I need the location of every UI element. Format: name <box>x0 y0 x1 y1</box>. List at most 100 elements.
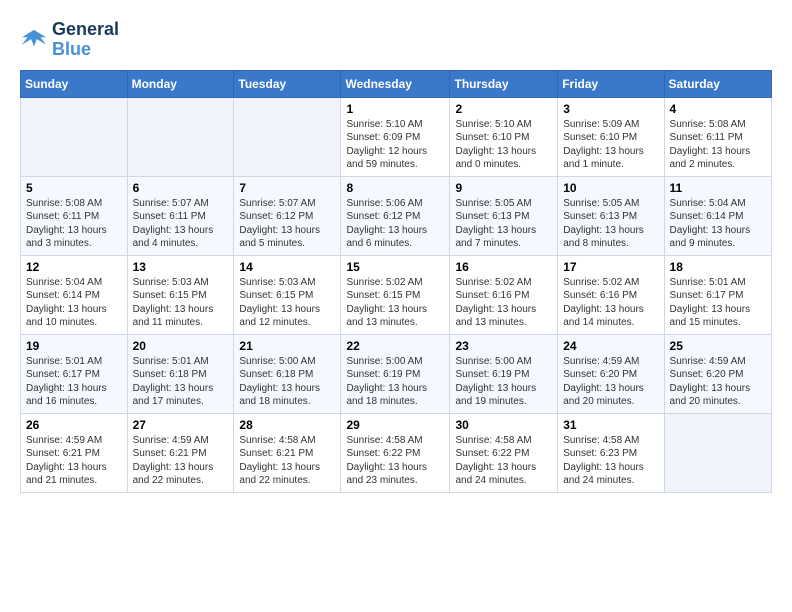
day-info: Sunrise: 5:02 AM Sunset: 6:15 PM Dayligh… <box>346 276 444 330</box>
logo-text: General Blue <box>52 20 119 60</box>
daylight-label: Daylight: 13 hours and 9 minutes. <box>670 225 751 250</box>
day-info: Sunrise: 5:03 AM Sunset: 6:15 PM Dayligh… <box>239 276 335 330</box>
sunrise-label: Sunrise: 5:04 AM <box>670 198 746 209</box>
calendar-cell: 14 Sunrise: 5:03 AM Sunset: 6:15 PM Dayl… <box>234 255 341 334</box>
day-number: 3 <box>563 102 658 116</box>
sunset-label: Sunset: 6:21 PM <box>239 448 313 459</box>
sunset-label: Sunset: 6:21 PM <box>26 448 100 459</box>
sunrise-label: Sunrise: 5:07 AM <box>239 198 315 209</box>
day-info: Sunrise: 5:08 AM Sunset: 6:11 PM Dayligh… <box>26 197 122 251</box>
calendar-cell <box>21 97 128 176</box>
daylight-label: Daylight: 13 hours and 21 minutes. <box>26 462 107 487</box>
day-info: Sunrise: 5:00 AM Sunset: 6:18 PM Dayligh… <box>239 355 335 409</box>
logo-icon <box>20 28 48 52</box>
weekday-header-row: SundayMondayTuesdayWednesdayThursdayFrid… <box>21 70 772 97</box>
calendar-cell: 23 Sunrise: 5:00 AM Sunset: 6:19 PM Dayl… <box>450 334 558 413</box>
day-info: Sunrise: 4:58 AM Sunset: 6:22 PM Dayligh… <box>455 434 552 488</box>
calendar-cell: 21 Sunrise: 5:00 AM Sunset: 6:18 PM Dayl… <box>234 334 341 413</box>
calendar-cell: 7 Sunrise: 5:07 AM Sunset: 6:12 PM Dayli… <box>234 176 341 255</box>
day-number: 12 <box>26 260 122 274</box>
calendar-cell: 22 Sunrise: 5:00 AM Sunset: 6:19 PM Dayl… <box>341 334 450 413</box>
sunrise-label: Sunrise: 5:10 AM <box>455 119 531 130</box>
daylight-label: Daylight: 13 hours and 8 minutes. <box>563 225 644 250</box>
sunset-label: Sunset: 6:17 PM <box>670 290 744 301</box>
day-info: Sunrise: 5:01 AM Sunset: 6:18 PM Dayligh… <box>133 355 229 409</box>
daylight-label: Daylight: 13 hours and 24 minutes. <box>455 462 536 487</box>
day-number: 21 <box>239 339 335 353</box>
daylight-label: Daylight: 13 hours and 1 minute. <box>563 146 644 171</box>
sunrise-label: Sunrise: 4:58 AM <box>563 435 639 446</box>
calendar-cell: 12 Sunrise: 5:04 AM Sunset: 6:14 PM Dayl… <box>21 255 128 334</box>
sunrise-label: Sunrise: 5:02 AM <box>455 277 531 288</box>
sunset-label: Sunset: 6:14 PM <box>26 290 100 301</box>
daylight-label: Daylight: 13 hours and 23 minutes. <box>346 462 427 487</box>
day-number: 31 <box>563 418 658 432</box>
sunset-label: Sunset: 6:19 PM <box>346 369 420 380</box>
day-info: Sunrise: 5:10 AM Sunset: 6:09 PM Dayligh… <box>346 118 444 172</box>
day-number: 2 <box>455 102 552 116</box>
day-number: 8 <box>346 181 444 195</box>
day-number: 6 <box>133 181 229 195</box>
calendar-cell: 15 Sunrise: 5:02 AM Sunset: 6:15 PM Dayl… <box>341 255 450 334</box>
day-info: Sunrise: 5:05 AM Sunset: 6:13 PM Dayligh… <box>563 197 658 251</box>
day-info: Sunrise: 5:04 AM Sunset: 6:14 PM Dayligh… <box>670 197 766 251</box>
day-number: 18 <box>670 260 766 274</box>
weekday-header: Sunday <box>21 70 128 97</box>
daylight-label: Daylight: 13 hours and 7 minutes. <box>455 225 536 250</box>
sunset-label: Sunset: 6:18 PM <box>239 369 313 380</box>
sunset-label: Sunset: 6:22 PM <box>346 448 420 459</box>
sunrise-label: Sunrise: 4:58 AM <box>239 435 315 446</box>
day-number: 23 <box>455 339 552 353</box>
daylight-label: Daylight: 13 hours and 13 minutes. <box>346 304 427 329</box>
sunrise-label: Sunrise: 4:59 AM <box>26 435 102 446</box>
daylight-label: Daylight: 12 hours and 59 minutes. <box>346 146 427 171</box>
sunrise-label: Sunrise: 5:00 AM <box>239 356 315 367</box>
day-info: Sunrise: 5:07 AM Sunset: 6:12 PM Dayligh… <box>239 197 335 251</box>
calendar-cell: 3 Sunrise: 5:09 AM Sunset: 6:10 PM Dayli… <box>558 97 664 176</box>
day-number: 5 <box>26 181 122 195</box>
sunset-label: Sunset: 6:16 PM <box>563 290 637 301</box>
day-number: 22 <box>346 339 444 353</box>
daylight-label: Daylight: 13 hours and 24 minutes. <box>563 462 644 487</box>
sunrise-label: Sunrise: 5:09 AM <box>563 119 639 130</box>
sunrise-label: Sunrise: 5:01 AM <box>670 277 746 288</box>
calendar-cell: 4 Sunrise: 5:08 AM Sunset: 6:11 PM Dayli… <box>664 97 771 176</box>
sunrise-label: Sunrise: 4:59 AM <box>563 356 639 367</box>
sunset-label: Sunset: 6:12 PM <box>346 211 420 222</box>
daylight-label: Daylight: 13 hours and 17 minutes. <box>133 383 214 408</box>
sunrise-label: Sunrise: 4:59 AM <box>670 356 746 367</box>
sunrise-label: Sunrise: 5:02 AM <box>346 277 422 288</box>
calendar-cell: 5 Sunrise: 5:08 AM Sunset: 6:11 PM Dayli… <box>21 176 128 255</box>
day-number: 30 <box>455 418 552 432</box>
daylight-label: Daylight: 13 hours and 3 minutes. <box>26 225 107 250</box>
day-info: Sunrise: 5:05 AM Sunset: 6:13 PM Dayligh… <box>455 197 552 251</box>
sunset-label: Sunset: 6:20 PM <box>563 369 637 380</box>
day-number: 14 <box>239 260 335 274</box>
day-info: Sunrise: 5:00 AM Sunset: 6:19 PM Dayligh… <box>455 355 552 409</box>
weekday-header: Saturday <box>664 70 771 97</box>
calendar-cell: 24 Sunrise: 4:59 AM Sunset: 6:20 PM Dayl… <box>558 334 664 413</box>
calendar-cell: 30 Sunrise: 4:58 AM Sunset: 6:22 PM Dayl… <box>450 413 558 492</box>
sunset-label: Sunset: 6:20 PM <box>670 369 744 380</box>
weekday-header: Tuesday <box>234 70 341 97</box>
sunset-label: Sunset: 6:22 PM <box>455 448 529 459</box>
day-number: 19 <box>26 339 122 353</box>
calendar-week-row: 19 Sunrise: 5:01 AM Sunset: 6:17 PM Dayl… <box>21 334 772 413</box>
day-info: Sunrise: 4:58 AM Sunset: 6:21 PM Dayligh… <box>239 434 335 488</box>
sunset-label: Sunset: 6:11 PM <box>670 132 743 143</box>
day-number: 20 <box>133 339 229 353</box>
day-number: 16 <box>455 260 552 274</box>
daylight-label: Daylight: 13 hours and 2 minutes. <box>670 146 751 171</box>
sunrise-label: Sunrise: 5:01 AM <box>133 356 209 367</box>
calendar-cell: 10 Sunrise: 5:05 AM Sunset: 6:13 PM Dayl… <box>558 176 664 255</box>
day-number: 10 <box>563 181 658 195</box>
daylight-label: Daylight: 13 hours and 14 minutes. <box>563 304 644 329</box>
calendar-cell <box>127 97 234 176</box>
daylight-label: Daylight: 13 hours and 20 minutes. <box>563 383 644 408</box>
calendar-cell: 27 Sunrise: 4:59 AM Sunset: 6:21 PM Dayl… <box>127 413 234 492</box>
sunrise-label: Sunrise: 5:05 AM <box>455 198 531 209</box>
day-info: Sunrise: 5:08 AM Sunset: 6:11 PM Dayligh… <box>670 118 766 172</box>
day-info: Sunrise: 4:59 AM Sunset: 6:20 PM Dayligh… <box>563 355 658 409</box>
sunset-label: Sunset: 6:11 PM <box>133 211 206 222</box>
calendar-cell <box>234 97 341 176</box>
